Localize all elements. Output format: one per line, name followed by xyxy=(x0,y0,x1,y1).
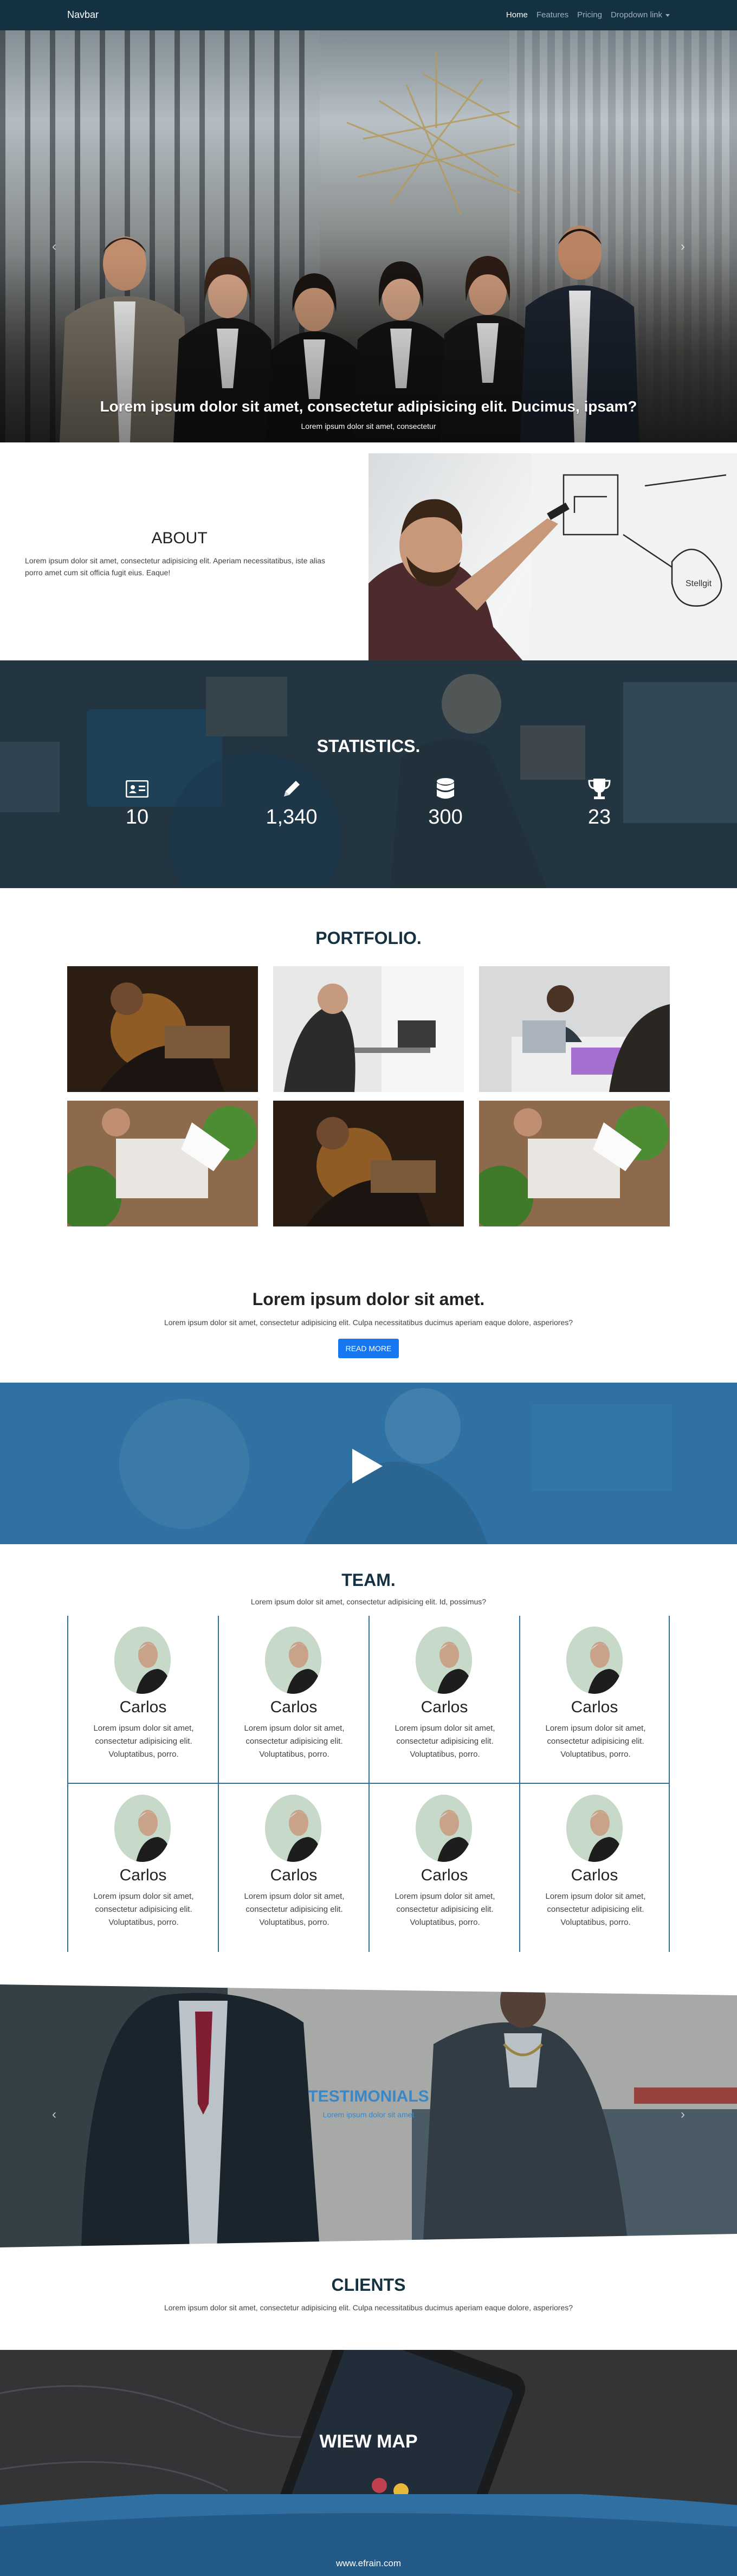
clients-title: CLIENTS xyxy=(331,2275,406,2295)
trophy-icon xyxy=(561,775,637,802)
about-image: Stellgit xyxy=(368,453,737,670)
member-bio: Lorem ipsum dolor sit amet, consectetur … xyxy=(395,1892,495,1927)
stat-value-3: 300 xyxy=(428,806,463,828)
testimonials-title: TESTIMONIALS xyxy=(308,2087,429,2105)
about-paragraph: Lorem ipsum dolor sit amet, consectetur … xyxy=(25,556,326,577)
footer: www.efrain.com xyxy=(0,2494,737,2576)
member-bio: Lorem ipsum dolor sit amet, consectetur … xyxy=(545,1724,646,1759)
portfolio-item[interactable] xyxy=(479,966,670,1092)
avatar xyxy=(566,1627,623,1694)
read-more-button[interactable]: READ MORE xyxy=(338,1339,399,1358)
stats-overlay xyxy=(0,660,737,888)
team-title: TEAM. xyxy=(341,1570,396,1590)
member-name: Carlos xyxy=(270,1698,318,1716)
play-icon[interactable] xyxy=(352,1449,383,1483)
team-member-card: Carlos Lorem ipsum dolor sit amet, conse… xyxy=(67,1616,218,1784)
avatar xyxy=(416,1627,472,1694)
nav-link-features[interactable]: Features xyxy=(536,10,568,20)
nav-dropdown-label: Dropdown link xyxy=(610,10,662,20)
hero-heading: Lorem ipsum dolor sit amet, consectetur … xyxy=(100,398,637,415)
member-name: Carlos xyxy=(270,1866,318,1884)
svg-text:Stellgit: Stellgit xyxy=(686,579,712,588)
about-section: Stellgit ABOUT Lorem ipsum dolor sit ame… xyxy=(0,442,737,681)
member-name: Carlos xyxy=(119,1866,167,1884)
portfolio-item[interactable] xyxy=(479,1101,670,1226)
hero-subheading: Lorem ipsum dolor sit amet, consectetur xyxy=(301,422,436,431)
portfolio-item[interactable] xyxy=(273,966,464,1092)
member-bio: Lorem ipsum dolor sit amet, consectetur … xyxy=(93,1724,194,1759)
id-card-icon xyxy=(99,775,175,802)
stat-item-2: 1,340 xyxy=(254,775,329,829)
member-name: Carlos xyxy=(571,1866,618,1884)
avatar xyxy=(114,1627,171,1694)
team-member-card: Carlos Lorem ipsum dolor sit amet, conse… xyxy=(218,1784,368,1952)
hero-carousel: ‹ › Lorem ipsum dolor sit amet, consecte… xyxy=(0,30,737,442)
clients-text: Lorem ipsum dolor sit amet, consectetur … xyxy=(164,2303,573,2312)
member-name: Carlos xyxy=(421,1866,468,1884)
chevron-right-icon[interactable]: › xyxy=(681,239,685,254)
footer-link[interactable]: www.efrain.com xyxy=(0,2558,737,2569)
testimonials-carousel: ‹ › TESTIMONIALS Lorem ipsum dolor sit a… xyxy=(0,1979,737,2250)
page: Navbar Home Features Pricing Dropdown li… xyxy=(0,0,737,2576)
team-member-card: Carlos Lorem ipsum dolor sit amet, conse… xyxy=(519,1616,670,1784)
team-grid: Carlos Lorem ipsum dolor sit amet, conse… xyxy=(67,1616,670,1952)
cta-title: Lorem ipsum dolor sit amet. xyxy=(252,1289,485,1309)
member-bio: Lorem ipsum dolor sit amet, consectetur … xyxy=(395,1724,495,1759)
map-title[interactable]: WIEW MAP xyxy=(0,2431,737,2452)
video-section xyxy=(0,1383,737,1544)
portfolio-title: PORTFOLIO. xyxy=(315,928,422,948)
member-bio: Lorem ipsum dolor sit amet, consectetur … xyxy=(244,1724,345,1759)
nav-dropdown[interactable]: Dropdown link xyxy=(611,10,670,20)
stat-value-1: 10 xyxy=(125,806,149,828)
team-member-card: Carlos Lorem ipsum dolor sit amet, conse… xyxy=(218,1616,368,1784)
testimonials-subtitle: Lorem ipsum dolor sit amet xyxy=(322,2110,415,2119)
about-text-block: ABOUT Lorem ipsum dolor sit amet, consec… xyxy=(25,529,334,579)
nav-link-home[interactable]: Home xyxy=(506,10,528,20)
hero-overlay xyxy=(0,30,737,442)
navbar-brand[interactable]: Navbar xyxy=(67,9,99,21)
about-title: ABOUT xyxy=(151,529,208,547)
stat-item-1: 10 xyxy=(99,775,175,829)
stat-value-4: 23 xyxy=(587,806,611,828)
cta-section: Lorem ipsum dolor sit amet. Lorem ipsum … xyxy=(0,1289,737,1358)
nav-link-pricing[interactable]: Pricing xyxy=(577,10,602,20)
portfolio-grid xyxy=(67,966,670,1228)
caret-down-icon xyxy=(665,14,670,17)
avatar xyxy=(114,1795,171,1862)
team-member-card: Carlos Lorem ipsum dolor sit amet, conse… xyxy=(67,1784,218,1952)
whiteboard-person-graphic: Stellgit xyxy=(368,453,737,670)
team-subtitle: Lorem ipsum dolor sit amet, consectetur … xyxy=(250,1597,487,1606)
stat-item-3: 300 xyxy=(408,775,483,829)
avatar xyxy=(566,1795,623,1862)
member-name: Carlos xyxy=(421,1698,468,1716)
member-bio: Lorem ipsum dolor sit amet, consectetur … xyxy=(244,1892,345,1927)
stat-item-4: 23 xyxy=(561,775,637,829)
avatar xyxy=(416,1795,472,1862)
avatar xyxy=(265,1627,321,1694)
chevron-left-icon[interactable]: ‹ xyxy=(52,239,56,254)
stat-value-2: 1,340 xyxy=(266,806,318,828)
portfolio-item[interactable] xyxy=(67,966,258,1092)
member-name: Carlos xyxy=(571,1698,618,1716)
database-icon xyxy=(408,775,483,802)
stats-title: STATISTICS. xyxy=(316,736,421,756)
member-name: Carlos xyxy=(119,1698,167,1716)
hero-caption: Lorem ipsum dolor sit amet, consectetur … xyxy=(0,398,737,431)
member-bio: Lorem ipsum dolor sit amet, consectetur … xyxy=(93,1892,194,1927)
cta-text: Lorem ipsum dolor sit amet, consectetur … xyxy=(164,1318,573,1327)
team-member-card: Carlos Lorem ipsum dolor sit amet, conse… xyxy=(519,1784,670,1952)
statistics-section: STATISTICS. 10 1,340 300 23 xyxy=(0,660,737,888)
team-member-card: Carlos Lorem ipsum dolor sit amet, conse… xyxy=(368,1784,519,1952)
portfolio-item[interactable] xyxy=(67,1101,258,1226)
portfolio-item[interactable] xyxy=(273,1101,464,1226)
member-bio: Lorem ipsum dolor sit amet, consectetur … xyxy=(545,1892,646,1927)
nav-links: Home Features Pricing Dropdown link xyxy=(506,10,670,20)
avatar xyxy=(265,1795,321,1862)
navbar: Navbar Home Features Pricing Dropdown li… xyxy=(0,0,737,30)
pencil-icon xyxy=(254,775,329,802)
team-member-card: Carlos Lorem ipsum dolor sit amet, conse… xyxy=(368,1616,519,1784)
